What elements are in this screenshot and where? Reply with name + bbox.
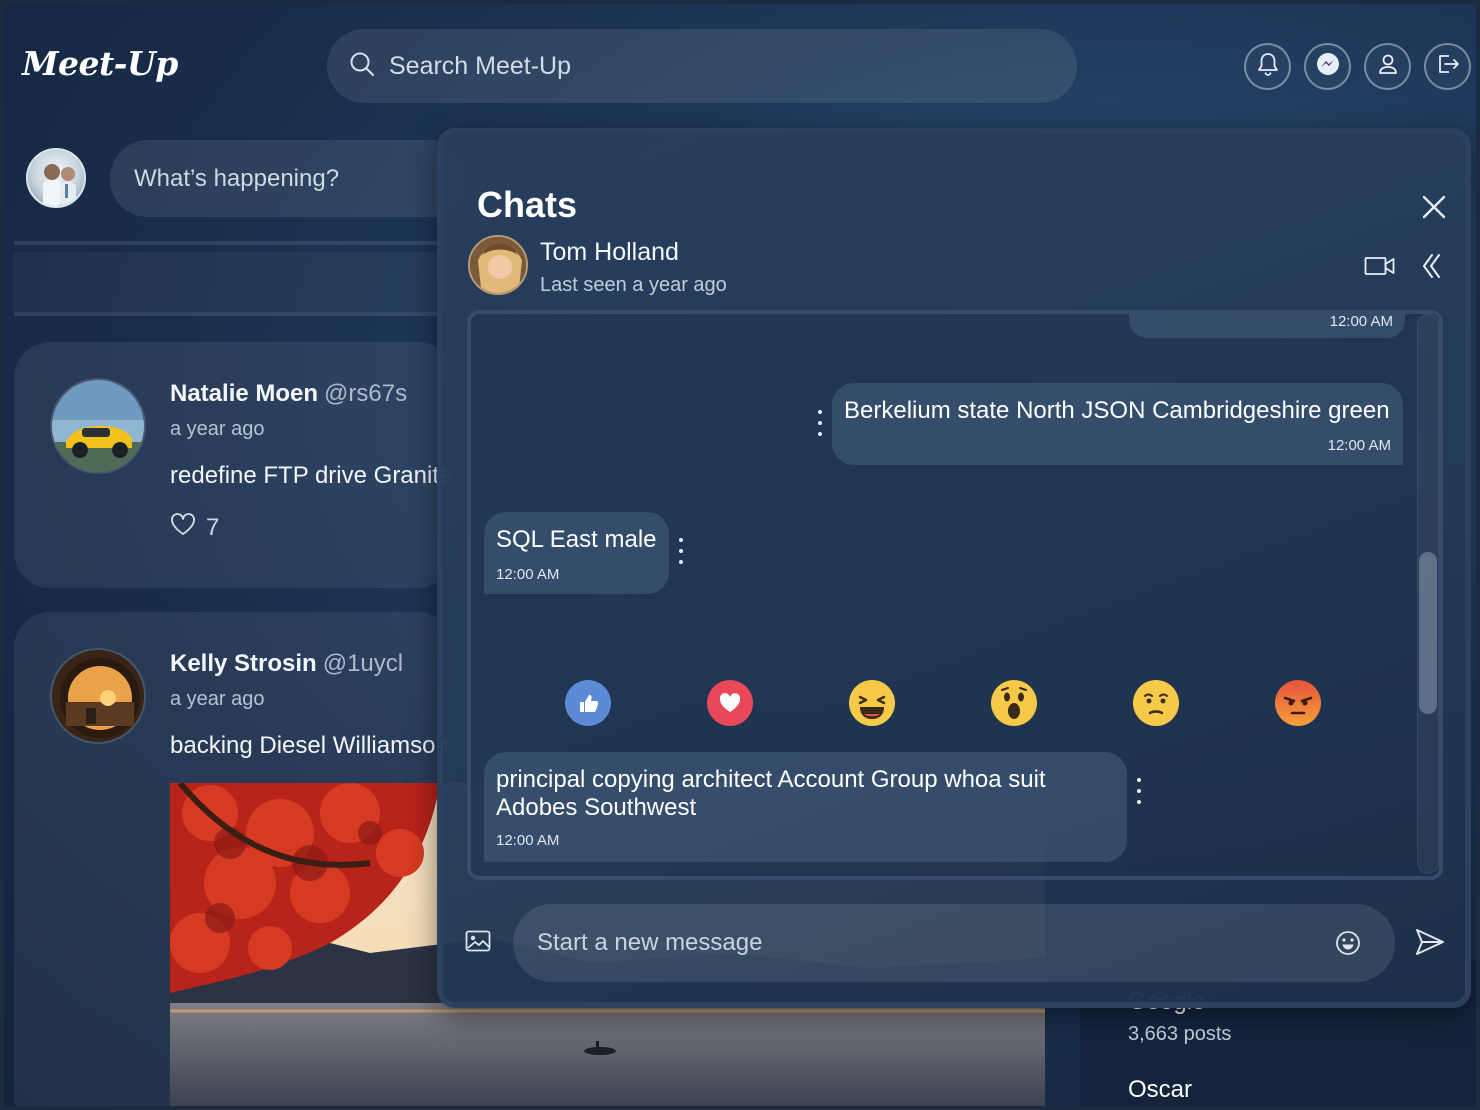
love-icon[interactable]: [707, 680, 753, 726]
message-text: Berkelium state North JSON Cambridgeshir…: [844, 397, 1390, 424]
collapse-chat-button[interactable]: [1421, 252, 1441, 285]
send-message-button[interactable]: [1415, 928, 1445, 961]
composer-input[interactable]: What’s happening?: [110, 140, 470, 217]
heart-icon: [170, 512, 196, 543]
message-bubble-incoming: SQL East male 12:00 AM: [484, 512, 669, 594]
smiley-icon: [1335, 931, 1361, 960]
reaction-picker: [565, 680, 1321, 726]
messenger-button[interactable]: [1304, 43, 1351, 90]
message-bubble-incoming: principal copying architect Account Grou…: [484, 752, 1127, 862]
contact-name[interactable]: Tom Holland: [540, 238, 679, 267]
post-time: a year ago: [170, 418, 265, 440]
my-avatar[interactable]: [26, 148, 86, 208]
author-name[interactable]: Kelly Strosin @1uycl: [170, 650, 403, 678]
sad-icon[interactable]: [1133, 680, 1179, 726]
message-options-button[interactable]: [816, 410, 824, 436]
video-call-button[interactable]: [1364, 255, 1396, 282]
wow-icon[interactable]: [991, 680, 1037, 726]
post-text: redefine FTP drive Granite: [170, 462, 453, 489]
message-list[interactable]: 12:00 AM Berkelium state North JSON Camb…: [467, 310, 1443, 880]
like-count: 7: [206, 513, 220, 541]
message-text: SQL East male: [496, 526, 657, 553]
send-icon: [1415, 929, 1445, 960]
close-icon: [1419, 195, 1449, 226]
message-time: 12:00 AM: [496, 566, 560, 583]
video-camera-icon: [1364, 257, 1396, 281]
message-text: principal copying architect Account Grou…: [496, 766, 1046, 821]
author-name[interactable]: Natalie Moen @rs67s: [170, 380, 407, 408]
like-icon[interactable]: [565, 680, 611, 726]
message-time: 12:00 AM: [1329, 313, 1393, 330]
close-chat-button[interactable]: [1419, 192, 1449, 222]
divider: [14, 241, 444, 245]
chat-title: Chats: [477, 184, 578, 225]
bell-icon: [1257, 52, 1279, 81]
search-icon: [349, 51, 375, 82]
chat-panel: Chats Tom Holland Last seen a year ago 1…: [437, 128, 1471, 1008]
post-card: Natalie Moen @rs67s a year ago redefine F…: [14, 342, 454, 588]
app-logo[interactable]: Meet-Up: [22, 44, 178, 83]
search-input[interactable]: [389, 51, 989, 81]
post-composer: What’s happening?: [14, 140, 470, 220]
message-options-button[interactable]: [677, 538, 685, 564]
message-time: 12:00 AM: [496, 832, 560, 849]
author-handle[interactable]: @1uycl: [323, 650, 403, 677]
top-actions: [1244, 43, 1471, 90]
notifications-button[interactable]: [1244, 43, 1291, 90]
author-avatar[interactable]: [50, 378, 146, 474]
emoji-picker-button[interactable]: [1335, 930, 1361, 961]
post-time: a year ago: [170, 688, 265, 710]
like-button[interactable]: 7: [170, 512, 219, 543]
author-handle[interactable]: @rs67s: [324, 380, 407, 407]
scrollbar-thumb[interactable]: [1419, 552, 1437, 714]
logout-icon: [1435, 52, 1461, 81]
profile-button[interactable]: [1364, 43, 1411, 90]
angry-icon[interactable]: [1275, 680, 1321, 726]
contact-avatar[interactable]: [468, 235, 528, 295]
double-chevron-left-icon: [1421, 254, 1441, 284]
message-bubble-outgoing: 12:00 AM: [1129, 313, 1405, 338]
haha-icon[interactable]: [849, 680, 895, 726]
trend-name[interactable]: Oscar: [1128, 1076, 1192, 1104]
message-composer[interactable]: [513, 904, 1395, 982]
trend-count: 3,663 posts: [1128, 1023, 1232, 1045]
divider: [14, 312, 444, 316]
message-bubble-outgoing: Berkelium state North JSON Cambridgeshir…: [832, 383, 1403, 465]
contact-status: Last seen a year ago: [540, 274, 727, 296]
user-icon: [1377, 52, 1399, 81]
logout-button[interactable]: [1424, 43, 1471, 90]
message-input[interactable]: [537, 929, 1317, 957]
search-bar[interactable]: [327, 29, 1077, 103]
attach-image-button[interactable]: [465, 930, 491, 957]
author-avatar[interactable]: [50, 648, 146, 744]
message-time: 12:00 AM: [1327, 437, 1391, 454]
feed-tabs-strip: [14, 252, 444, 312]
post-text: backing Diesel Williamson: [170, 732, 449, 759]
messenger-icon: [1315, 51, 1341, 82]
image-icon: [465, 930, 491, 956]
message-options-button[interactable]: [1135, 778, 1143, 804]
